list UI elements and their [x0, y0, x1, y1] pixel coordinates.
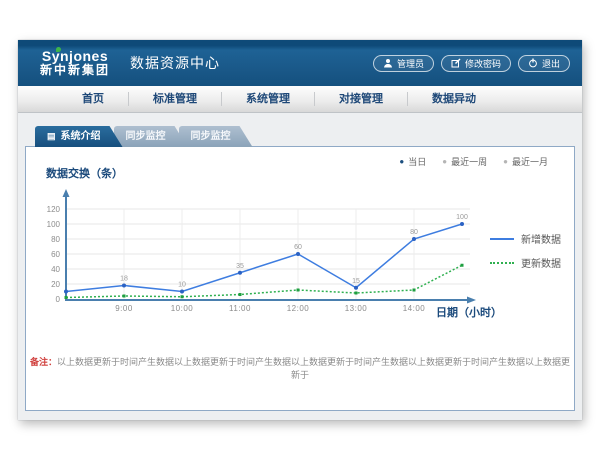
radio-dot-icon: ●	[442, 158, 447, 166]
tab-system-intro-label: 系统介绍	[61, 126, 101, 147]
document-icon: ▤	[47, 132, 56, 141]
header-actions: 管理员 修改密码 退出	[373, 55, 570, 72]
app-header: Synjones 新中新集团 数据资源中心 管理员 修改密码	[18, 40, 582, 86]
user-icon	[383, 58, 393, 68]
radio-today-label: 当日	[408, 155, 426, 168]
legend-new-data-label: 新增数据	[521, 231, 561, 246]
tab-bar: ▤ 系统介绍 同步监控 同步监控	[18, 126, 582, 147]
radio-last-week[interactable]: ● 最近一周	[442, 155, 487, 168]
svg-text:14:00: 14:00	[403, 304, 426, 313]
svg-text:12:00: 12:00	[287, 304, 310, 313]
radio-last-month[interactable]: ● 最近一月	[503, 155, 548, 168]
svg-text:20: 20	[51, 280, 60, 289]
logout-button[interactable]: 退出	[518, 55, 570, 72]
svg-text:100: 100	[47, 220, 61, 229]
line-chart: 0 20 40 60 80 100 120 9:00 10:00 11:00 12:00 13:00 1…	[42, 187, 482, 337]
tab-sync-monitor-2[interactable]: 同步监控	[179, 126, 253, 147]
change-password-label: 修改密码	[465, 57, 501, 70]
footnote: 备注：以上数据更新于时间产生数据以上数据更新于时间产生数据以上数据更新于时间产生…	[26, 355, 574, 381]
radio-dot-icon: ●	[503, 158, 508, 166]
period-selector: ● 当日 ● 最近一周 ● 最近一月	[399, 155, 548, 168]
company-logo: Synjones 新中新集团	[40, 49, 110, 76]
svg-text:13:00: 13:00	[345, 304, 368, 313]
svg-text:40: 40	[51, 265, 60, 274]
svg-text:18: 18	[120, 276, 128, 283]
nav-item-home[interactable]: 首页	[58, 92, 129, 106]
line-chart-svg: 0 20 40 60 80 100 120 9:00 10:00 11:00 12:00 13:00 1…	[42, 187, 482, 337]
logout-label: 退出	[542, 57, 560, 70]
footnote-label: 备注：	[30, 357, 57, 367]
radio-last-week-label: 最近一周	[451, 155, 487, 168]
chart-legend: 新增数据 更新数据	[490, 231, 561, 270]
green-dotted-swatch-icon	[490, 262, 514, 264]
edit-icon	[451, 58, 461, 68]
tab-sync-monitor-2-label: 同步监控	[191, 126, 231, 147]
svg-text:80: 80	[51, 235, 60, 244]
svg-text:35: 35	[236, 263, 244, 270]
chart-panel: ● 当日 ● 最近一周 ● 最近一月 数据交换（条） 0 20 40 60 80 100 1…	[25, 146, 575, 411]
legend-item-new-data: 新增数据	[490, 231, 561, 246]
page-background: Synjones 新中新集团 数据资源中心 管理员 修改密码	[0, 0, 600, 450]
svg-text:11:00: 11:00	[229, 304, 251, 313]
svg-text:100: 100	[456, 214, 468, 221]
y-axis-arrow-icon	[63, 189, 70, 197]
svg-text:10: 10	[178, 282, 186, 289]
radio-dot-icon: ●	[399, 158, 404, 166]
main-nav: 首页 标准管理 系统管理 对接管理 数据异动	[18, 86, 582, 113]
user-button-label: 管理员	[397, 57, 424, 70]
svg-text:9:00: 9:00	[115, 304, 133, 313]
user-button[interactable]: 管理员	[373, 55, 434, 72]
nav-item-standard-mgmt[interactable]: 标准管理	[129, 92, 222, 106]
app-window: Synjones 新中新集团 数据资源中心 管理员 修改密码	[18, 40, 582, 420]
tab-system-intro[interactable]: ▤ 系统介绍	[35, 126, 123, 147]
blue-line-swatch-icon	[490, 238, 514, 240]
svg-text:15: 15	[352, 278, 360, 285]
x-axis-arrow-icon	[467, 297, 476, 304]
svg-text:0: 0	[56, 295, 61, 304]
change-password-button[interactable]: 修改密码	[441, 55, 511, 72]
radio-today[interactable]: ● 当日	[399, 155, 426, 168]
svg-text:80: 80	[410, 229, 418, 236]
nav-item-data-change[interactable]: 数据异动	[408, 92, 500, 106]
nav-item-interface-mgmt[interactable]: 对接管理	[315, 92, 408, 106]
svg-text:60: 60	[51, 250, 60, 259]
svg-text:60: 60	[294, 244, 302, 251]
x-axis-title: 日期（小时）	[436, 304, 516, 320]
svg-text:10:00: 10:00	[171, 304, 194, 313]
tab-sync-monitor-1-label: 同步监控	[126, 126, 166, 147]
power-icon	[528, 58, 538, 68]
legend-item-updated-data: 更新数据	[490, 255, 561, 270]
footnote-text: 以上数据更新于时间产生数据以上数据更新于时间产生数据以上数据更新于时间产生数据以…	[57, 357, 570, 380]
app-title: 数据资源中心	[130, 53, 220, 73]
nav-item-system-mgmt[interactable]: 系统管理	[222, 92, 315, 106]
tab-sync-monitor-1[interactable]: 同步监控	[114, 126, 188, 147]
logo-subtext: 新中新集团	[40, 64, 110, 77]
y-axis-title: 数据交换（条）	[46, 165, 123, 181]
svg-text:120: 120	[47, 205, 61, 214]
logo-text: Synjones	[40, 49, 110, 64]
content-area: ▤ 系统介绍 同步监控 同步监控 ● 当日 ●	[18, 113, 582, 420]
legend-updated-data-label: 更新数据	[521, 255, 561, 270]
radio-last-month-label: 最近一月	[512, 155, 548, 168]
